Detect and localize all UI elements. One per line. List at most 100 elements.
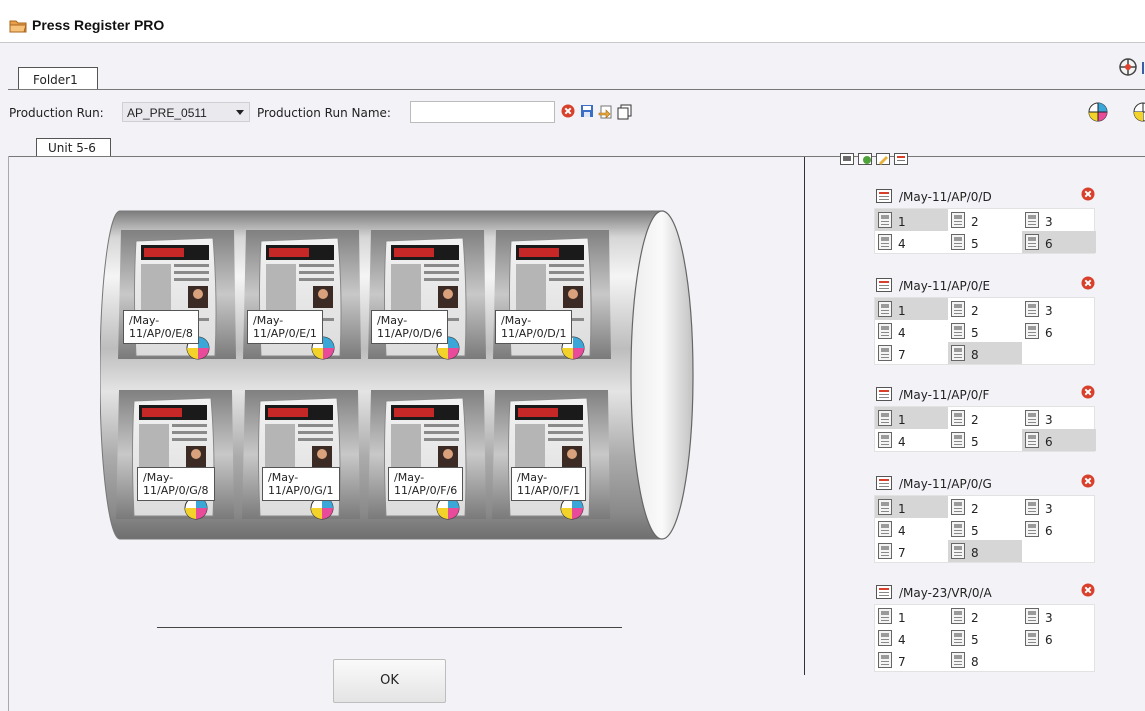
page-cell[interactable]: 8 [948,649,1022,671]
layout-icon[interactable] [840,153,854,168]
plate-label[interactable]: /May- 11/AP/0/E/8 [123,310,199,344]
page-cell[interactable]: 3 [1022,605,1096,627]
remove-icon[interactable] [1081,474,1095,491]
page-number: 4 [898,435,906,449]
page-group-header: /May-11/AP/0/E [874,275,1095,297]
plate-label-line2: 11/AP/0/F/6 [394,484,458,497]
page-cell[interactable]: 2 [948,496,1022,518]
page-cell[interactable]: 2 [948,605,1022,627]
plate-label[interactable]: /May- 11/AP/0/D/6 [371,310,449,344]
page-cell[interactable]: 4 [875,231,948,253]
page-number: 6 [1045,633,1053,647]
page-cell[interactable]: 8 [948,342,1022,364]
save-icon[interactable] [580,104,596,120]
document-red-icon[interactable] [894,153,908,168]
page-cell[interactable]: 5 [948,627,1022,649]
page-cell[interactable]: 2 [948,298,1022,320]
page-cell[interactable]: 5 [948,429,1022,451]
page-grid: 1 2 3 4 5 6 7 8 [874,297,1095,365]
page-cell[interactable]: 3 [1022,209,1096,231]
page-cell[interactable]: 2 [948,407,1022,429]
page-icon [951,410,965,429]
page-cell[interactable]: 2 [948,209,1022,231]
document-icon [876,476,892,493]
page-cell[interactable]: 3 [1022,496,1096,518]
plate-label-line2: 11/AP/0/D/1 [501,327,567,340]
page-number: 1 [898,215,906,229]
add-page-icon[interactable] [858,153,872,168]
page-number: 3 [1045,413,1053,427]
page-cell[interactable]: 5 [948,518,1022,540]
color-register-icon-2[interactable] [1133,102,1145,122]
page-cell[interactable]: 5 [948,231,1022,253]
page-cell[interactable]: 6 [1022,627,1096,649]
page-number: 1 [898,413,906,427]
color-register-icon[interactable] [1088,102,1108,122]
page-number: 1 [898,611,906,625]
page-cell[interactable]: 7 [875,540,948,562]
page-group-header: /May-23/VR/0/A [874,582,1095,604]
empty-cell [1022,649,1096,671]
page-icon [951,499,965,518]
page-cell[interactable]: 6 [1022,429,1096,451]
page-number: 3 [1045,215,1053,229]
page-cell[interactable]: 3 [1022,298,1096,320]
chart-icon[interactable] [1141,58,1145,79]
page-cell[interactable]: 1 [875,605,948,627]
remove-icon[interactable] [1081,276,1095,293]
page-cell[interactable]: 1 [875,407,948,429]
page-cell[interactable]: 1 [875,298,948,320]
close-icon[interactable] [561,104,577,120]
page-cell[interactable]: 6 [1022,231,1096,253]
tab-unit-5-6[interactable]: Unit 5-6 [36,138,111,157]
page-cell[interactable]: 1 [875,496,948,518]
page-cell[interactable]: 7 [875,342,948,364]
page-cell[interactable]: 4 [875,429,948,451]
page-cell[interactable]: 3 [1022,407,1096,429]
top-right-toolbar [1085,57,1145,77]
page-number: 1 [898,304,906,318]
page-cell[interactable]: 4 [875,627,948,649]
page-cell[interactable]: 8 [948,540,1022,562]
plate-label[interactable]: /May- 11/AP/0/G/8 [137,467,215,501]
page-number: 5 [971,633,979,647]
plate-label[interactable]: /May- 11/AP/0/D/1 [495,310,573,344]
plate-label-line1: /May- [268,471,299,484]
page-icon [878,543,892,562]
unit-tab-divider [8,156,1145,157]
page-cell[interactable]: 6 [1022,320,1096,342]
plate-label-line1: /May- [517,471,548,484]
page-icon [1025,608,1039,627]
page-cell[interactable]: 7 [875,649,948,671]
tab-folder1[interactable]: Folder1 [18,67,98,90]
registration-icon[interactable] [1118,57,1138,80]
remove-icon[interactable] [1081,385,1095,402]
plate-label[interactable]: /May- 11/AP/0/G/1 [262,467,340,501]
empty-cell [1022,540,1096,562]
plate-label[interactable]: /May- 11/AP/0/F/1 [511,467,587,501]
page-grid: 1 2 3 4 5 6 7 8 [874,495,1095,563]
ok-button[interactable]: OK [333,659,446,703]
production-run-label: Production Run: [9,106,104,120]
page-number: 2 [971,502,979,516]
remove-icon[interactable] [1081,187,1095,204]
page-cell[interactable]: 4 [875,518,948,540]
copy-icon[interactable] [617,104,633,120]
page-cell[interactable]: 6 [1022,518,1096,540]
page-number: 4 [898,237,906,251]
page-cell[interactable]: 5 [948,320,1022,342]
import-icon[interactable] [598,104,614,120]
production-run-name-input[interactable] [410,101,555,123]
plate-label[interactable]: /May- 11/AP/0/E/1 [247,310,323,344]
production-run-select[interactable]: AP_PRE_0511 [122,102,250,122]
plate-label[interactable]: /May- 11/AP/0/F/6 [388,467,464,501]
page-cell[interactable]: 4 [875,320,948,342]
page-cell[interactable]: 1 [875,209,948,231]
page-number: 5 [971,435,979,449]
plate-label-line1: /May- [377,314,408,327]
page-icon [1025,410,1039,429]
edit-icon[interactable] [876,153,890,168]
remove-icon[interactable] [1081,583,1095,600]
folder-tab-divider [8,89,1145,90]
page-icon [1025,234,1039,253]
